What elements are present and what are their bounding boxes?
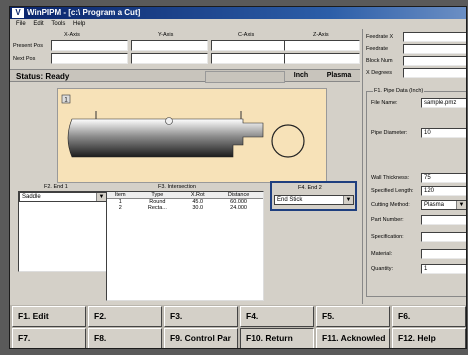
end1-panel: Saddle ▼	[18, 191, 108, 272]
menu-file[interactable]: File	[16, 21, 26, 27]
cell-type: Recta...	[147, 205, 167, 211]
chevron-down-icon: ▼	[456, 201, 466, 209]
part-number-label: Part Number:	[371, 217, 404, 223]
end2-title: F4. End 2	[298, 185, 322, 191]
f7-button[interactable]: F7.	[12, 328, 86, 348]
feedrate-x-label: Feedrate X	[366, 34, 394, 40]
f10-return-button[interactable]: F10. Return	[240, 328, 314, 348]
present-y-field[interactable]	[131, 40, 208, 51]
cutting-method-label: Cutting Method:	[371, 202, 410, 208]
end2-value: End Stick	[277, 197, 303, 203]
next-x-field[interactable]	[51, 53, 128, 64]
f8-button[interactable]: F8.	[88, 328, 162, 348]
right-panel: Feedrate X Feedrate Block Num X Degrees …	[362, 29, 466, 304]
feedrate-label: Feedrate	[366, 46, 389, 52]
quantity-label: Quantity:	[371, 266, 394, 272]
x-axis-header: X-Axis	[64, 32, 80, 38]
f11-acknowledge-button[interactable]: F11. Acknowled	[316, 328, 390, 348]
block-num-label: Block Num	[366, 58, 393, 64]
status-blank-panel	[205, 71, 285, 83]
wall-thickness-label: Wall Thickness:	[371, 175, 410, 181]
specified-length-label: Specified Length:	[371, 188, 414, 194]
present-pos-label: Present Pos	[13, 43, 43, 49]
present-z-field[interactable]	[284, 40, 360, 51]
specification-label: Specification:	[371, 234, 404, 240]
unit-indicator: Inch	[287, 71, 315, 81]
intersection-table: Item Type X.Rot Distance 1 Round 45.0 60…	[106, 191, 264, 301]
f12-help-button[interactable]: F12. Help	[392, 328, 466, 348]
pipe-preview-canvas: 1	[57, 88, 327, 183]
pipe-body	[67, 118, 264, 158]
chevron-down-icon: ▼	[96, 193, 106, 201]
file-name-label: File Name:	[371, 100, 398, 106]
end1-title: F2. End 1	[44, 184, 68, 190]
wall-thickness-field[interactable]: 75	[421, 173, 466, 183]
f2-button[interactable]: F2.	[88, 306, 162, 327]
cell-xrot: 30.0	[192, 205, 204, 211]
function-key-bar: F1. Edit F2. F3. F4. F5. F6. F7. F8. F9.…	[10, 305, 466, 348]
file-name-field[interactable]: sample.pmz	[421, 98, 466, 108]
cell-item: 2	[118, 205, 122, 211]
menu-help[interactable]: Help	[73, 21, 85, 27]
end2-select[interactable]: End Stick ▼	[274, 195, 354, 205]
block-num-field[interactable]	[403, 56, 466, 66]
next-pos-label: Next Pos	[13, 56, 36, 62]
cell-distance: 24.000	[230, 205, 247, 211]
pipe-end-view	[271, 124, 305, 158]
part-number-field[interactable]	[421, 215, 466, 225]
end2-group: F4. End 2 End Stick ▼	[270, 181, 357, 211]
menu-tools[interactable]: Tools	[51, 21, 65, 27]
y-axis-header: Y-Axis	[158, 32, 174, 38]
status-text: Status: Ready	[16, 72, 70, 81]
title-bar: V WinPIPM - [c:\ Program a Cut]	[10, 7, 466, 19]
intersection-title: F3. Intersection	[158, 184, 196, 190]
menu-bar: File Edit Tools Help	[10, 19, 466, 29]
specified-length-field[interactable]: 120	[421, 186, 466, 196]
end1-select[interactable]: Saddle ▼	[19, 192, 107, 202]
feedrate-x-field[interactable]	[403, 32, 466, 42]
cutting-method-value: Plasma	[424, 202, 445, 208]
app-logo-icon: V	[12, 8, 24, 18]
quantity-field[interactable]: 1	[421, 264, 466, 274]
c-axis-header: C-Axis	[238, 32, 255, 38]
feedrate-field[interactable]	[403, 44, 466, 54]
material-field[interactable]	[421, 249, 466, 259]
window-title: WinPIPM - [c:\ Program a Cut]	[27, 8, 141, 17]
pipe-drawing: 1	[61, 94, 305, 158]
material-label: Material:	[371, 251, 393, 257]
pipe-data-title: F1. Pipe Data (Inch)	[373, 88, 425, 94]
present-c-field[interactable]	[211, 40, 288, 51]
present-x-field[interactable]	[51, 40, 128, 51]
f1-edit-button[interactable]: F1. Edit	[12, 306, 86, 327]
f4-button[interactable]: F4.	[240, 306, 314, 327]
chevron-down-icon: ▼	[343, 196, 353, 204]
specification-field[interactable]	[421, 232, 466, 242]
hole-marker	[165, 117, 173, 125]
f9-control-par-button[interactable]: F9. Control Par	[164, 328, 238, 348]
mode-indicator: Plasma	[320, 71, 358, 81]
pipe-diameter-field[interactable]: 10	[421, 128, 466, 138]
next-z-field[interactable]	[284, 53, 360, 64]
f5-button[interactable]: F5.	[316, 306, 390, 327]
next-c-field[interactable]	[211, 53, 288, 64]
pipe-diameter-label: Pipe Diameter:	[371, 130, 408, 136]
pipe-data-group: F1. Pipe Data (Inch) File Name: sample.p…	[366, 88, 466, 297]
x-degrees-label: X Degrees	[366, 70, 392, 76]
table-row[interactable]: 2 Recta... 30.0 24.000	[107, 205, 263, 211]
main-window: V WinPIPM - [c:\ Program a Cut] File Edi…	[9, 6, 467, 349]
z-axis-header: Z-Axis	[313, 32, 329, 38]
status-bar: Status: Ready Inch Plasma	[10, 69, 360, 83]
x-degrees-field[interactable]	[403, 68, 466, 78]
f3-button[interactable]: F3.	[164, 306, 238, 327]
end1-value: Saddle	[22, 194, 41, 200]
f6-button[interactable]: F6.	[392, 306, 466, 327]
menu-edit[interactable]: Edit	[33, 21, 43, 27]
cutting-method-select[interactable]: Plasma ▼	[421, 200, 466, 210]
next-y-field[interactable]	[131, 53, 208, 64]
